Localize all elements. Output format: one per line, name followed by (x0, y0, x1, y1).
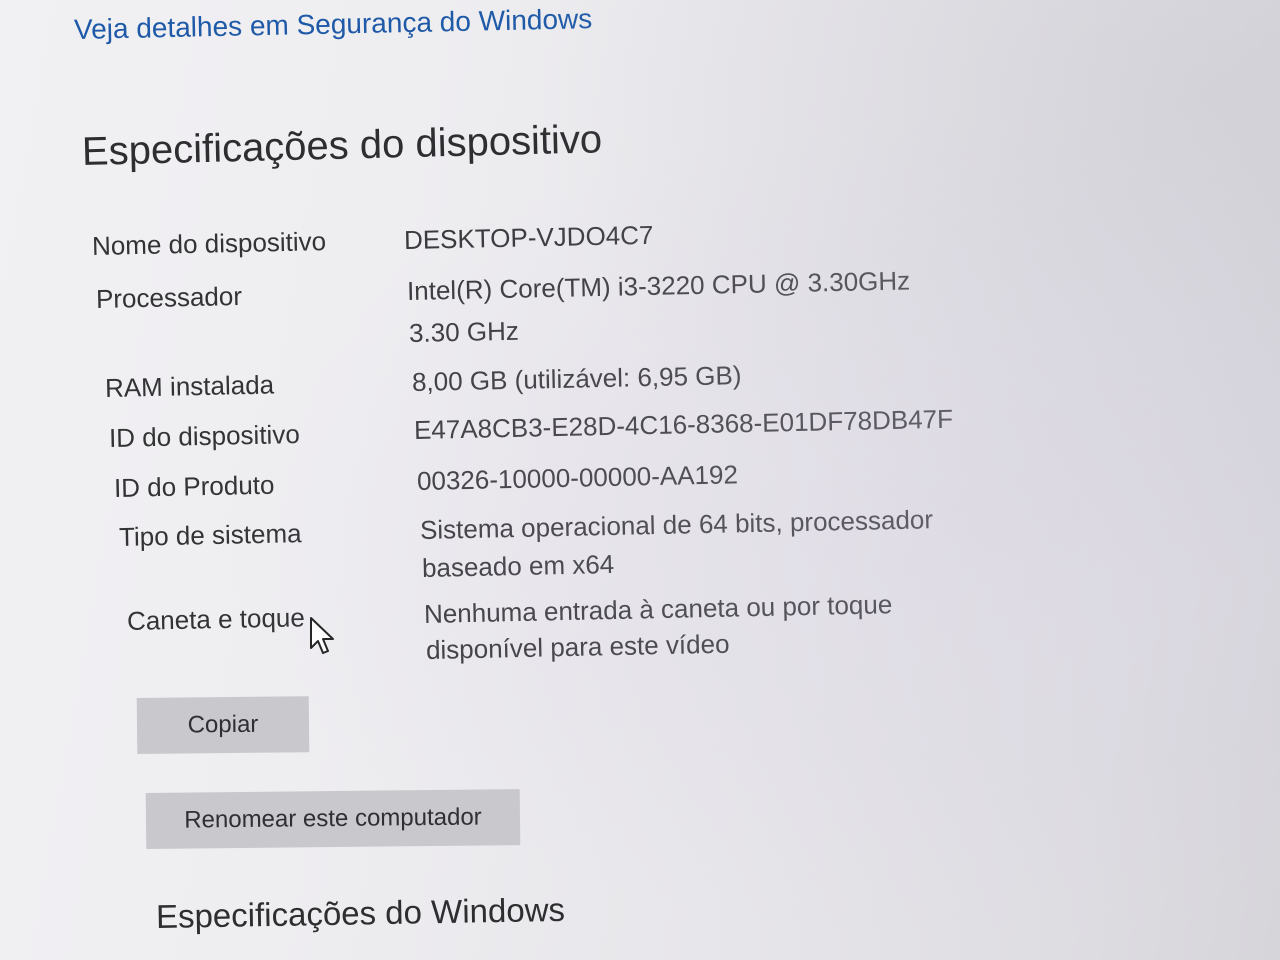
spec-label-device-id: ID do dispositivo (108, 419, 301, 453)
windows-security-link[interactable]: Veja detalhes em Segurança do Windows (74, 3, 593, 46)
spec-value-ram: 8,00 GB (utilizável: 6,95 GB) (411, 360, 742, 397)
settings-about-page: Veja detalhes em Segurança do Windows Es… (0, 0, 1280, 960)
spec-value-system-type: Sistema operacional de 64 bits, processa… (419, 504, 934, 545)
spec-label-processor: Processador (95, 280, 243, 314)
spec-value-device-id: E47A8CB3-E28D-4C16-8368-E01DF78DB47F (413, 403, 954, 445)
spec-label-system-type: Tipo de sistema (118, 518, 302, 552)
spec-label-product-id: ID do Produto (113, 469, 275, 503)
spec-value-processor-speed: 3.30 GHz (408, 315, 520, 348)
mouse-pointer-icon (310, 617, 334, 654)
spec-value-processor: Intel(R) Core(TM) i3-3220 CPU @ 3.30GHz (406, 265, 911, 306)
spec-label-ram: RAM instalada (104, 369, 275, 403)
spec-value-product-id: 00326-10000-00000-AA192 (416, 459, 739, 496)
device-specs-title: Especificações do dispositivo (81, 117, 603, 174)
windows-specs-title: Especificações do Windows (155, 890, 566, 935)
copy-button[interactable]: Copiar (136, 696, 310, 754)
spec-value-pen-touch-line2: disponível para este vídeo (425, 628, 730, 665)
spec-value-pen-touch: Nenhuma entrada à caneta ou por toque (423, 589, 893, 629)
rename-computer-button[interactable]: Renomear este computador (145, 789, 521, 849)
spec-value-system-type-line2: baseado em x64 (421, 548, 615, 583)
spec-value-device-name: DESKTOP-VJDO4C7 (403, 219, 654, 255)
spec-label-device-name: Nome do dispositivo (91, 226, 327, 261)
spec-label-pen-touch: Caneta e toque (126, 602, 306, 636)
